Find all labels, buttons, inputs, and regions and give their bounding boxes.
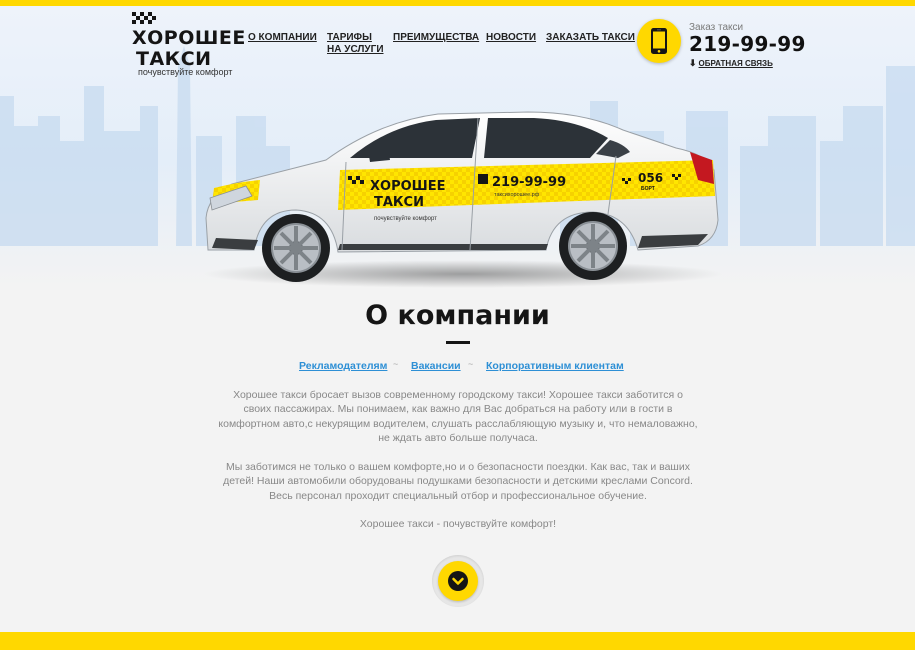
feedback-link[interactable]: ⬇ ОБРАТНАЯ СВЯЗЬ	[689, 58, 773, 69]
checkered-taxi-icon	[132, 12, 156, 24]
car-slogan: почувствуйте комфорт	[374, 215, 437, 222]
link-corporate-clients[interactable]: Корпоративным клиентам	[486, 360, 624, 372]
phone-call-button[interactable]	[637, 19, 681, 63]
smartphone-icon	[651, 28, 667, 54]
brand-logo[interactable]: ХОРОШЕЕ ТАКСИ почувствуйте комфорт	[132, 12, 245, 78]
taxi-car-illustration: ХОРОШЕЕ ТАКСИ почувствуйте комфорт 219-9…	[203, 111, 723, 288]
nav-link-news[interactable]: НОВОСТИ	[486, 32, 536, 44]
nav-link-about[interactable]: О КОМПАНИИ	[248, 32, 317, 44]
logo-name-line2: ТАКСИ	[136, 48, 212, 70]
phone-number[interactable]: 219-99-99	[689, 32, 806, 56]
car-site: таксихорошее.рф	[494, 192, 540, 198]
car-brand-line1: ХОРОШЕЕ	[370, 179, 445, 194]
link-advertisers[interactable]: Рекламодателям	[299, 360, 387, 372]
scroll-down-button[interactable]	[432, 555, 484, 607]
arrow-down-icon: ⬇	[689, 58, 697, 68]
car-board-label: БОРТ	[641, 186, 655, 192]
about-paragraph-2: Мы заботимся не только о вашем комфорте,…	[223, 461, 693, 502]
bottom-accent-bar	[0, 632, 915, 650]
link-vacancies[interactable]: Вакансии	[411, 360, 461, 372]
car-board-number: 056	[638, 171, 663, 185]
about-paragraph-1: Хорошее такси бросает вызов современному…	[218, 389, 698, 444]
link-separator: ~	[468, 359, 474, 369]
logo-slogan: почувствуйте комфорт	[138, 67, 233, 77]
logo-name-line1: ХОРОШЕЕ	[132, 27, 246, 49]
car-brand-line2: ТАКСИ	[374, 195, 424, 210]
feedback-label: ОБРАТНАЯ СВЯЗЬ	[698, 59, 773, 68]
car-phone: 219-99-99	[492, 175, 566, 190]
nav-link-tariffs[interactable]: ТАРИФЫ НА УСЛУГИ	[327, 32, 387, 56]
scroll-down-button-inner	[438, 561, 478, 601]
chevron-down-icon	[448, 571, 468, 591]
nav-link-order-taxi[interactable]: ЗАКАЗАТЬ ТАКСИ	[546, 32, 635, 44]
section-title: О компании	[365, 300, 550, 331]
link-separator: ~	[393, 359, 399, 369]
title-underline-divider	[446, 341, 470, 344]
nav-link-advantages[interactable]: ПРЕИМУЩЕСТВА	[393, 32, 479, 44]
about-paragraph-3: Хорошее такси - почувствуйте комфорт!	[359, 518, 557, 530]
